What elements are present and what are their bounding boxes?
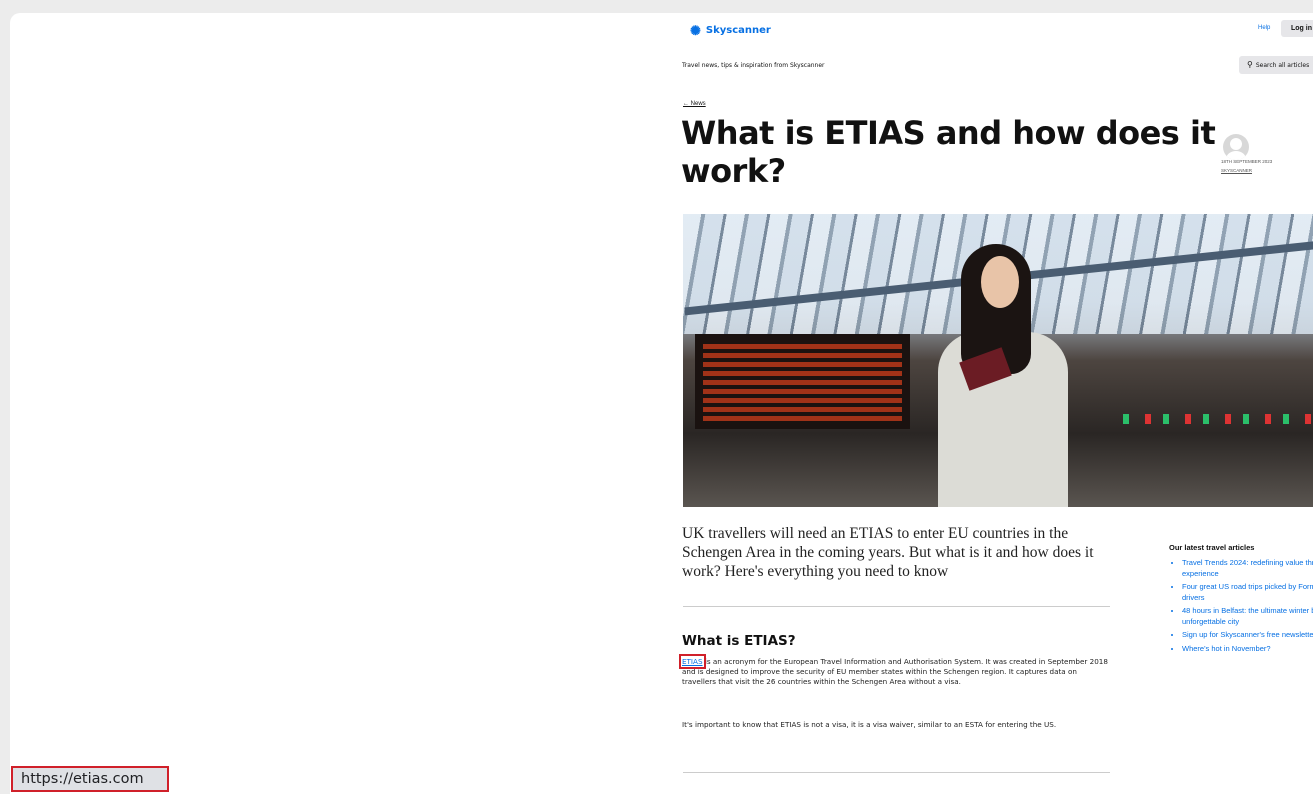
author-avatar [1223,134,1249,160]
sidebar-item-travel-trends[interactable]: Travel Trends 2024: redefining value thr… [1182,558,1313,579]
search-articles-button[interactable]: ⚲ Search all articles [1239,56,1313,74]
divider [683,606,1110,607]
sidebar-item-november[interactable]: Where's hot in November? [1182,644,1313,655]
site-tagline: Travel news, tips & inspiration from Sky… [682,62,825,69]
divider [683,772,1110,773]
section-heading: What is ETIAS? [682,633,796,649]
article-lead: UK travellers will need an ETIAS to ente… [682,525,1094,580]
paragraph-etias-definition: ETIAS is an acronym for the European Tra… [679,654,1112,687]
help-link[interactable]: Help [1258,25,1270,31]
sidebar-item-newsletter[interactable]: Sign up for Skyscanner's free newsletter [1182,630,1313,641]
back-to-news-link[interactable]: ← News [683,101,706,107]
login-button[interactable]: Log in [1281,20,1313,37]
search-label: Search all articles [1255,62,1310,69]
skyscanner-logo[interactable]: ✺ Skyscanner [690,24,771,37]
paragraph-text: is an acronym for the European Travel In… [682,657,1108,686]
logo-text: Skyscanner [705,25,771,36]
browser-viewport: ✺ Skyscanner Help Log in Travel news, ti… [10,13,1313,794]
publish-date: 18TH SEPTEMBER 2023 [1221,159,1273,164]
latest-articles-list: Travel Trends 2024: redefining value thr… [1169,558,1313,657]
sidebar-item-us-road-trips[interactable]: Four great US road trips picked by Formu… [1182,582,1313,603]
sidebar-item-belfast[interactable]: 48 hours in Belfast: the ultimate winter… [1182,606,1313,627]
paragraph-visa-waiver: It's important to know that ETIAS is not… [682,720,1057,729]
sidebar-title: Our latest travel articles [1169,543,1255,552]
sunburst-icon: ✺ [690,23,701,38]
hero-image [683,214,1313,507]
etias-link[interactable]: ETIAS [679,654,706,669]
author-link[interactable]: SKYSCANNER [1221,168,1252,173]
article-title: What is ETIAS and how does it work? [681,114,1216,190]
departure-board-graphic [695,334,910,429]
search-icon: ⚲ [1247,60,1253,69]
link-status-tooltip: https://etias.com [11,766,169,792]
